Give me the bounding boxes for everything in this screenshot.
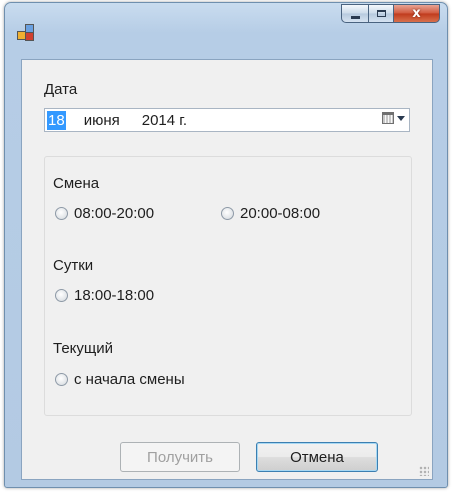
radio-circle[interactable] xyxy=(55,207,68,220)
day-period-label: Сутки xyxy=(53,257,94,274)
date-label: Дата xyxy=(44,81,78,98)
minimize-icon xyxy=(350,15,360,19)
date-day-field[interactable]: 18 xyxy=(47,110,66,130)
cancel-button[interactable]: Отмена xyxy=(256,442,378,472)
date-month-field[interactable]: июня xyxy=(84,112,120,129)
app-icon[interactable] xyxy=(17,24,35,42)
minimize-button[interactable] xyxy=(341,4,368,23)
caption-buttons: x xyxy=(341,4,440,24)
current-label: Текущий xyxy=(53,340,113,357)
radio-day-period[interactable]: 18:00-18:00 xyxy=(55,287,154,304)
period-groupbox: Смена 08:00-20:00 20:00-08:00 Сутки 18:0… xyxy=(44,156,412,416)
shift-label: Смена xyxy=(53,175,100,192)
chevron-down-icon xyxy=(397,115,405,121)
radio-shift-night[interactable]: 20:00-08:00 xyxy=(221,205,320,222)
maximize-icon xyxy=(376,10,386,17)
close-button[interactable]: x xyxy=(394,4,440,23)
radio-label[interactable]: с начала смены xyxy=(74,371,185,388)
radio-current[interactable]: с начала смены xyxy=(55,371,185,388)
radio-label[interactable]: 20:00-08:00 xyxy=(240,205,320,222)
date-picker[interactable]: 18 июня 2014 г. xyxy=(44,108,410,132)
radio-circle[interactable] xyxy=(55,373,68,386)
calendar-icon xyxy=(382,112,394,124)
radio-label[interactable]: 18:00-18:00 xyxy=(74,287,154,304)
close-icon: x xyxy=(412,6,421,21)
date-year-field[interactable]: 2014 г. xyxy=(142,112,187,129)
resize-grip[interactable] xyxy=(419,466,429,476)
radio-label[interactable]: 08:00-20:00 xyxy=(74,205,154,222)
radio-circle[interactable] xyxy=(221,207,234,220)
get-button[interactable]: Получить xyxy=(120,442,240,472)
radio-circle[interactable] xyxy=(55,289,68,302)
title-bar[interactable]: x xyxy=(5,3,447,59)
maximize-button[interactable] xyxy=(368,4,394,23)
dialog-client-area: Дата 18 июня 2014 г. Смена 08:00-20:00 2… xyxy=(21,59,433,480)
dialog-window: x Дата 18 июня 2014 г. Смена 08:00-20:00… xyxy=(4,2,448,488)
radio-shift-day[interactable]: 08:00-20:00 xyxy=(55,205,154,222)
calendar-dropdown-button[interactable] xyxy=(382,112,405,124)
